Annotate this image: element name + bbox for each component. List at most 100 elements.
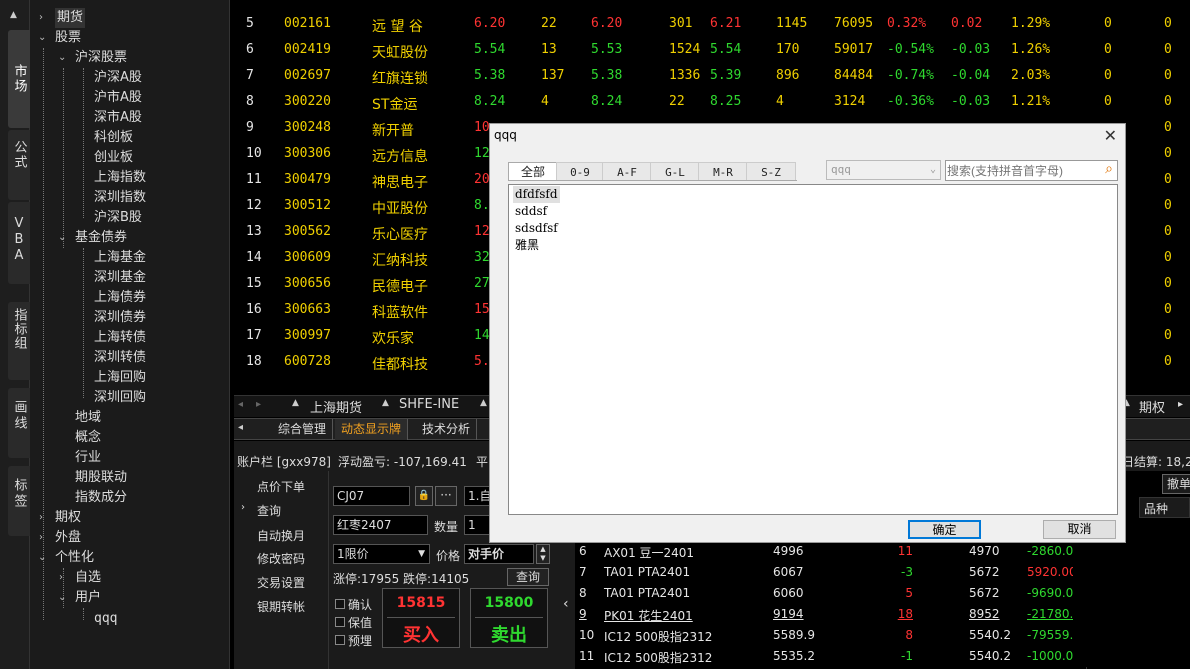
- tree-item-options[interactable]: 期权: [55, 508, 81, 528]
- collapsed-arrow-icon[interactable]: ›: [39, 528, 43, 548]
- preset-checkbox[interactable]: [335, 635, 345, 645]
- confirm-checkbox[interactable]: [335, 599, 345, 609]
- menu-click-order[interactable]: 点价下单: [257, 478, 305, 495]
- more-button[interactable]: ···: [435, 486, 457, 506]
- list-item[interactable]: sddsf: [513, 203, 549, 220]
- quote-row[interactable]: 6 002419 天虹股份 5.54 13 5.53 1524 5.54 170 59017 -0.…: [234, 37, 1190, 63]
- cancel-button[interactable]: 取消: [1043, 520, 1116, 539]
- tab-more-icon[interactable]: ▸: [1178, 399, 1183, 410]
- tree-item-sz-index[interactable]: 深圳指数: [94, 188, 146, 208]
- tree-item-sz-conv[interactable]: 深圳转债: [94, 348, 146, 368]
- tree-item-hs-a[interactable]: 沪深A股: [94, 68, 142, 88]
- tree-item-custom[interactable]: 个性化: [55, 548, 94, 568]
- close-icon[interactable]: ✕: [1104, 126, 1117, 145]
- price-stepper[interactable]: ▲ ▼: [536, 544, 550, 564]
- tab-dynamic-board[interactable]: 动态显示牌: [335, 419, 409, 440]
- vtab-market[interactable]: 市场: [8, 30, 30, 128]
- expanded-arrow-icon[interactable]: ⌄: [58, 48, 66, 68]
- position-row[interactable]: 9 PK01 花生2401 9194 18 8952 -21780.00: [575, 604, 1087, 625]
- vtab-tag[interactable]: 标签: [8, 466, 30, 536]
- list-item[interactable]: sdsdfsf: [513, 220, 560, 237]
- tree-item-sh-repo[interactable]: 上海回购: [94, 368, 146, 388]
- quote-row[interactable]: 5 002161 远 望 谷 6.20 22 6.20 301 6.21 1145 76095 0.…: [234, 11, 1190, 37]
- tree-item-hs-stocks[interactable]: 沪深股票: [75, 48, 127, 68]
- tree-item-industry[interactable]: 行业: [75, 448, 101, 468]
- tab-all[interactable]: 全部: [508, 162, 558, 181]
- search-icon[interactable]: ⌕: [1105, 161, 1113, 177]
- position-row[interactable]: 8 TA01 PTA2401 6060 5 5672 -9690.00: [575, 583, 1087, 604]
- expanded-arrow-icon[interactable]: ⌄: [38, 28, 46, 48]
- buy-button[interactable]: 15815 买入: [382, 588, 460, 648]
- order-type-select[interactable]: 1限价 ▼: [333, 544, 430, 564]
- collapse-left-icon[interactable]: ‹: [563, 596, 569, 612]
- expanded-arrow-icon[interactable]: ⌄: [58, 228, 66, 248]
- vtab-formula[interactable]: 公式: [8, 130, 30, 200]
- tab-general-mgmt[interactable]: 综合管理: [272, 419, 334, 440]
- position-row[interactable]: 7 TA01 PTA2401 6067 -3 5672 5920.00: [575, 562, 1087, 583]
- search-input[interactable]: [947, 162, 1095, 179]
- panel-collapse-icon[interactable]: ◂: [238, 422, 243, 433]
- tab-s-z[interactable]: S-Z: [746, 162, 796, 181]
- collapsed-arrow-icon[interactable]: ›: [39, 508, 43, 528]
- expanded-arrow-icon[interactable]: ⌄: [38, 548, 46, 568]
- lock-icon[interactable]: 🔒: [415, 486, 433, 506]
- vtab-indicator[interactable]: 指标组: [8, 302, 30, 380]
- tree-item-star[interactable]: 科创板: [94, 128, 133, 148]
- tree-item-sz-fund[interactable]: 深圳基金: [94, 268, 146, 288]
- tab-tech-analysis[interactable]: 技术分析: [416, 419, 478, 440]
- expand-arrow-icon[interactable]: ›: [241, 502, 245, 513]
- vtab-drawing[interactable]: 画线: [8, 388, 30, 458]
- hedge-checkbox[interactable]: [335, 617, 345, 627]
- collapsed-arrow-icon[interactable]: ›: [59, 568, 63, 588]
- tree-item-fund-bond[interactable]: 基金债券: [75, 228, 127, 248]
- item-list[interactable]: dfdfsfd sddsf sdsdfsf 雅黑: [508, 184, 1118, 515]
- price-input[interactable]: 对手价: [464, 544, 534, 564]
- contract-input[interactable]: CJ07: [333, 486, 410, 506]
- tree-item-sh-fund[interactable]: 上海基金: [94, 248, 146, 268]
- tree-item-user[interactable]: 用户: [75, 588, 101, 608]
- query-button[interactable]: 查询: [507, 568, 549, 586]
- tree-item-stocks[interactable]: 股票: [55, 28, 81, 48]
- tree-item-qqq[interactable]: qqq: [94, 609, 117, 629]
- cancel-order-button[interactable]: 撤单: [1162, 474, 1190, 494]
- tree-item-sz-repo[interactable]: 深圳回购: [94, 388, 146, 408]
- tree-item-gem[interactable]: 创业板: [94, 148, 133, 168]
- menu-change-password[interactable]: 修改密码: [257, 550, 305, 567]
- position-row[interactable]: 10 IC12 500股指2312 5589.9 8 5540.2 -79559.38: [575, 625, 1087, 646]
- tree-item-sh-a[interactable]: 沪市A股: [94, 88, 142, 108]
- category-combo[interactable]: qqq ⌄: [826, 160, 941, 180]
- tree-item-futures-link[interactable]: 期股联动: [75, 468, 127, 488]
- menu-query[interactable]: 查询: [257, 502, 281, 519]
- tree-item-sz-a[interactable]: 深市A股: [94, 108, 142, 128]
- menu-bank-transfer[interactable]: 银期转帐: [257, 598, 305, 615]
- ok-button[interactable]: 确定: [908, 520, 981, 539]
- market-tab-shfe[interactable]: 上海期货: [310, 397, 362, 416]
- sell-button[interactable]: 15800 卖出: [470, 588, 548, 648]
- tree-item-concept[interactable]: 概念: [75, 428, 101, 448]
- tree-item-sh-bond[interactable]: 上海债券: [94, 288, 146, 308]
- market-tab-options[interactable]: 期权: [1139, 397, 1165, 416]
- tree-item-sh-conv[interactable]: 上海转债: [94, 328, 146, 348]
- collapsed-arrow-icon[interactable]: ›: [39, 8, 43, 28]
- tree-item-forex[interactable]: 外盘: [55, 528, 81, 548]
- tree-item-index-const[interactable]: 指数成分: [75, 488, 127, 508]
- quote-row[interactable]: 7 002697 红旗连锁 5.38 137 5.38 1336 5.39 896 84484 -0…: [234, 63, 1190, 89]
- tab-0-9[interactable]: 0-9: [556, 162, 604, 181]
- vtab-vba[interactable]: VBA: [8, 202, 30, 284]
- position-row[interactable]: 11 IC12 500股指2312 5535.2 -1 5540.2 -1000.00: [575, 646, 1087, 667]
- list-item[interactable]: dfdfsfd: [513, 186, 560, 203]
- menu-trade-settings[interactable]: 交易设置: [257, 574, 305, 591]
- tree-item-region[interactable]: 地域: [75, 408, 101, 428]
- tree-item-sh-index[interactable]: 上海指数: [94, 168, 146, 188]
- position-row[interactable]: 6 AX01 豆一2401 4996 11 4970 -2860.00: [575, 541, 1087, 562]
- scroll-up-icon[interactable]: ▲: [10, 10, 17, 20]
- tab-a-f[interactable]: A-F: [602, 162, 652, 181]
- tree-item-sz-bond[interactable]: 深圳债券: [94, 308, 146, 328]
- tree-item-futures[interactable]: 期货: [55, 8, 86, 28]
- tab-m-r[interactable]: M-R: [698, 162, 748, 181]
- menu-auto-roll[interactable]: 自动换月: [257, 527, 305, 544]
- list-item[interactable]: 雅黑: [513, 237, 541, 254]
- expanded-arrow-icon[interactable]: ⌄: [58, 588, 66, 608]
- quote-row[interactable]: 8 300220 ST金运 8.24 4 8.24 22 8.25 4 3124 -0.36% -0.…: [234, 89, 1190, 115]
- tab-g-l[interactable]: G-L: [650, 162, 700, 181]
